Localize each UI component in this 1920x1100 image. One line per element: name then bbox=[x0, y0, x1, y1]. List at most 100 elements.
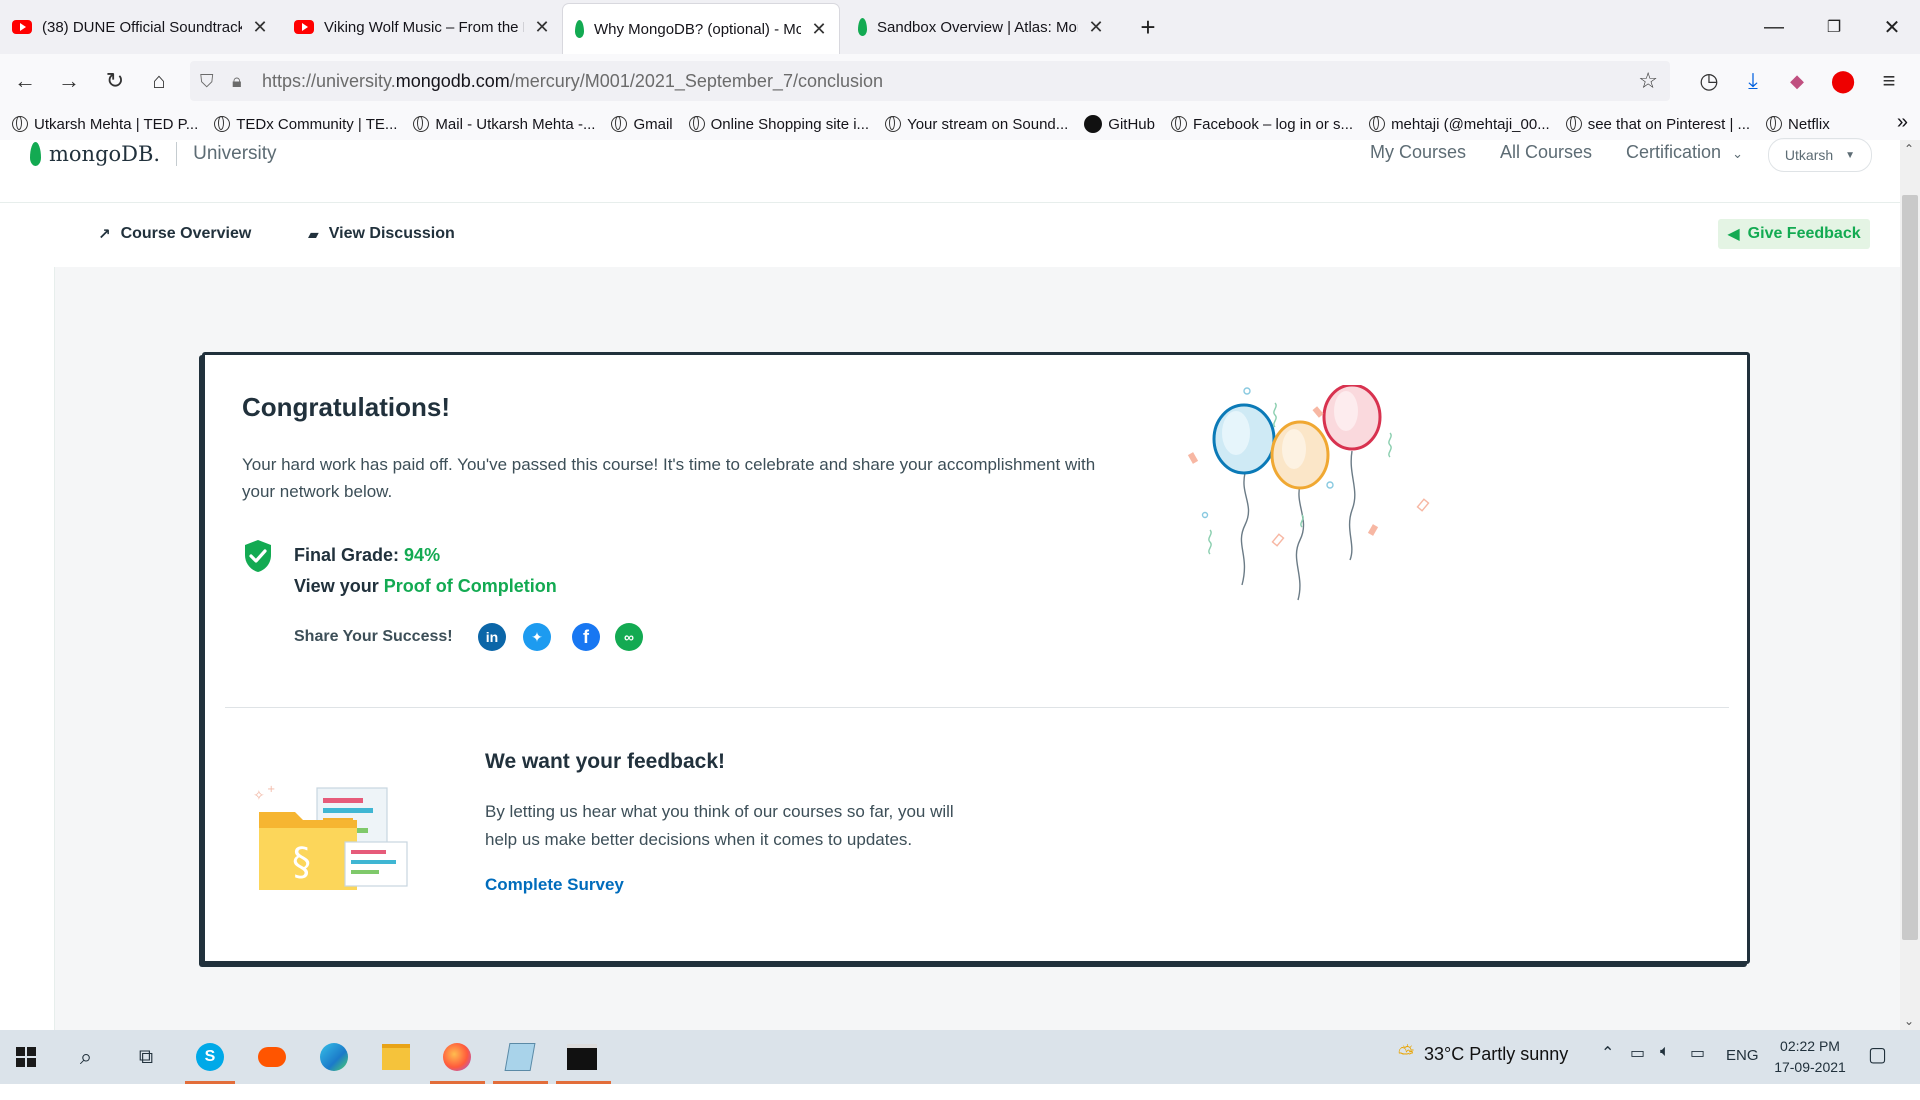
show-hidden-icons[interactable]: ⌃ bbox=[1601, 1043, 1614, 1063]
home-icon[interactable]: ⌂ bbox=[142, 64, 176, 98]
skype-icon[interactable]: S bbox=[190, 1037, 230, 1077]
weather-widget[interactable]: ⛅︎ 33°C Partly sunny bbox=[1398, 1043, 1568, 1066]
course-overview-link[interactable]: ↗ Course Overview bbox=[98, 225, 251, 243]
clock[interactable]: 02:22 PM 17-09-2021 bbox=[1770, 1036, 1850, 1078]
tab-why-mongodb[interactable]: Why MongoDB? (optional) - Mc ✕ bbox=[563, 4, 839, 54]
opera-icon[interactable]: ⬤ bbox=[1826, 64, 1860, 98]
back-icon[interactable]: ← bbox=[8, 64, 42, 98]
lock-icon: 🔒︎ bbox=[232, 70, 242, 91]
browser-tab-bar: (38) DUNE Official Soundtrack | ✕ Viking… bbox=[0, 0, 1920, 54]
language-indicator[interactable]: ENG bbox=[1726, 1047, 1759, 1064]
firefox-icon[interactable] bbox=[437, 1037, 477, 1077]
python-folder-illustration: § ✧ + bbox=[253, 784, 408, 890]
download-icon[interactable]: ⤓ bbox=[1736, 64, 1770, 98]
congratulations-message: Your hard work has paid off. You've pass… bbox=[242, 455, 1096, 501]
scroll-up-icon[interactable]: ⌃ bbox=[1904, 142, 1914, 156]
globe-icon bbox=[1369, 116, 1386, 132]
terminal-icon[interactable] bbox=[562, 1037, 602, 1077]
globe-icon bbox=[214, 116, 231, 132]
megaphone-icon: ◀ bbox=[1727, 226, 1740, 243]
caret-down-icon: ▼ bbox=[1845, 149, 1856, 161]
bookmark-item[interactable]: Online Shopping site i... bbox=[688, 116, 869, 133]
bookmark-item[interactable]: see that on Pinterest | ... bbox=[1565, 116, 1750, 133]
bookmark-item[interactable]: Netflix bbox=[1766, 116, 1830, 133]
notepad-icon[interactable] bbox=[500, 1037, 540, 1077]
nav-my-courses[interactable]: My Courses bbox=[1370, 142, 1466, 163]
proof-of-completion-link[interactable]: Proof of Completion bbox=[384, 576, 557, 596]
nav-all-courses[interactable]: All Courses bbox=[1500, 142, 1592, 163]
give-feedback-button[interactable]: ◀ Give Feedback bbox=[1718, 219, 1870, 249]
globe-icon bbox=[413, 116, 430, 132]
new-tab-icon[interactable]: + bbox=[1120, 0, 1176, 54]
scroll-down-icon[interactable]: ⌄ bbox=[1904, 1014, 1914, 1028]
bookmark-item[interactable]: Gmail bbox=[611, 116, 673, 133]
windows-taskbar: ⌕ ⧉ S ⛅︎ 33°C Partly sunny ⌃ ▭ 🔈︎ ▭ ENG … bbox=[0, 1030, 1920, 1084]
user-menu-button[interactable]: Utkarsh ▼ bbox=[1768, 138, 1872, 172]
battery-icon[interactable]: ▭ bbox=[1630, 1043, 1645, 1063]
svg-text:§: § bbox=[292, 840, 311, 884]
section-divider bbox=[225, 707, 1729, 708]
edge-icon[interactable] bbox=[314, 1037, 354, 1077]
notifications-icon[interactable]: ▢ bbox=[1868, 1042, 1887, 1067]
bookmark-item[interactable]: mehtaji (@mehtaji_00... bbox=[1369, 116, 1550, 133]
globe-icon bbox=[885, 116, 902, 132]
bookmark-star-icon[interactable]: ☆ bbox=[1638, 68, 1658, 94]
tab-sandbox-overview[interactable]: Sandbox Overview | Atlas: Mong ✕ bbox=[846, 0, 1116, 54]
extension-icon[interactable]: ◆ bbox=[1780, 64, 1814, 98]
view-discussion-link[interactable]: ▰ View Discussion bbox=[308, 225, 455, 243]
bookmark-item[interactable]: Facebook – log in or s... bbox=[1170, 116, 1353, 133]
network-icon[interactable]: ▭ bbox=[1690, 1043, 1705, 1063]
restore-icon[interactable]: ❐ bbox=[1806, 0, 1862, 54]
history-icon[interactable]: ◷ bbox=[1692, 64, 1726, 98]
more-bookmarks-icon[interactable]: » bbox=[1897, 111, 1908, 134]
partly-sunny-icon: ⛅︎ bbox=[1398, 1043, 1414, 1065]
mongodb-logo[interactable]: mongoDB. University bbox=[30, 142, 277, 166]
proof-of-completion-line: View your Proof of Completion bbox=[294, 576, 557, 596]
globe-icon bbox=[1565, 116, 1582, 132]
globe-icon bbox=[1170, 116, 1187, 132]
tab-viking-wolf[interactable]: Viking Wolf Music – From the N ✕ bbox=[282, 0, 562, 54]
bookmark-item[interactable]: TEDx Community | TE... bbox=[214, 116, 397, 133]
forward-icon[interactable]: → bbox=[52, 64, 86, 98]
close-tab-icon[interactable]: ✕ bbox=[811, 19, 827, 40]
search-icon[interactable]: ⌕ bbox=[66, 1037, 106, 1077]
complete-survey-link[interactable]: Complete Survey bbox=[485, 875, 624, 895]
bookmark-item[interactable]: GitHub bbox=[1084, 115, 1155, 133]
github-icon bbox=[1084, 115, 1103, 133]
share-label: Share Your Success! bbox=[294, 628, 453, 645]
windows-start-icon[interactable] bbox=[6, 1037, 46, 1077]
feedback-heading: We want your feedback! bbox=[485, 750, 726, 773]
scrollbar-thumb[interactable] bbox=[1902, 195, 1918, 940]
facebook-icon[interactable]: f bbox=[572, 623, 600, 651]
close-tab-icon[interactable]: ✕ bbox=[534, 17, 550, 38]
nav-certification[interactable]: Certification ⌄ bbox=[1626, 142, 1743, 163]
task-view-icon[interactable]: ⧉ bbox=[126, 1037, 166, 1077]
volume-icon[interactable]: 🔈︎ bbox=[1660, 1043, 1670, 1061]
browser-nav-bar: ← → ↻ ⌂ ⛉ 🔒︎ https://university. mongodb.… bbox=[0, 54, 1920, 109]
bookmark-item[interactable]: Mail - Utkarsh Mehta -... bbox=[413, 116, 595, 133]
minimize-icon[interactable]: — bbox=[1746, 0, 1802, 54]
twitter-icon[interactable]: ✦ bbox=[523, 623, 551, 651]
globe-icon bbox=[688, 116, 705, 132]
mongodb-leaf-icon bbox=[30, 142, 41, 166]
copy-link-icon[interactable]: ∞ bbox=[615, 623, 643, 651]
tab-dune-soundtrack[interactable]: (38) DUNE Official Soundtrack | ✕ bbox=[0, 0, 280, 54]
linkedin-icon[interactable]: in bbox=[478, 623, 506, 651]
soundcloud-icon[interactable] bbox=[252, 1037, 292, 1077]
file-explorer-icon[interactable] bbox=[376, 1037, 416, 1077]
screen-bottom-edge bbox=[0, 1084, 1920, 1100]
menu-icon[interactable]: ≡ bbox=[1872, 64, 1906, 98]
bookmark-item[interactable]: Utkarsh Mehta | TED P... bbox=[12, 116, 198, 133]
close-tab-icon[interactable]: ✕ bbox=[252, 17, 268, 38]
balloons-illustration bbox=[1187, 385, 1430, 601]
reload-icon[interactable]: ↻ bbox=[98, 64, 132, 98]
bookmark-item[interactable]: Your stream on Sound... bbox=[885, 116, 1068, 133]
close-tab-icon[interactable]: ✕ bbox=[1088, 17, 1104, 38]
logo-divider bbox=[176, 142, 178, 166]
globe-icon bbox=[1766, 116, 1783, 132]
conclusion-card: Congratulations! Your hard work has paid… bbox=[202, 352, 1750, 964]
chevron-down-icon: ⌄ bbox=[1732, 146, 1743, 161]
url-bar[interactable]: ⛉ 🔒︎ https://university. mongodb.com/merc… bbox=[190, 61, 1670, 101]
congratulations-heading: Congratulations! bbox=[242, 392, 450, 422]
window-close-icon[interactable]: ✕ bbox=[1864, 0, 1920, 54]
